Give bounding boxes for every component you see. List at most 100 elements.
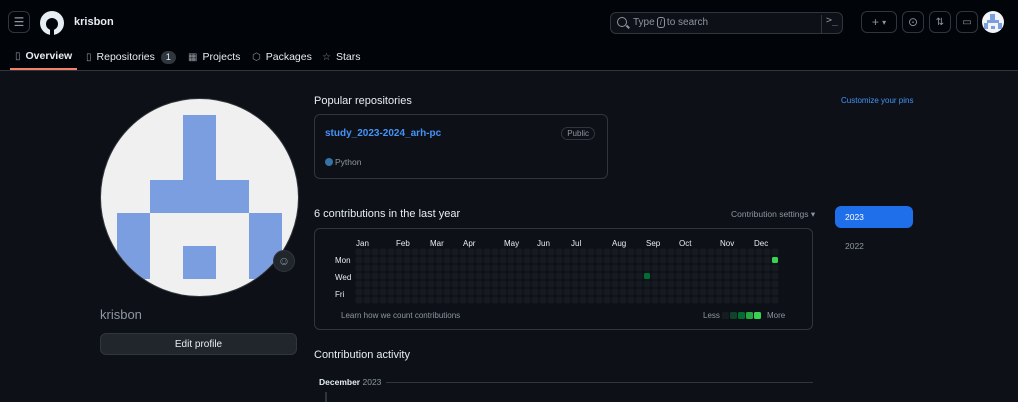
- contribution-day-cell[interactable]: [772, 249, 778, 255]
- contribution-day-cell[interactable]: [652, 273, 658, 279]
- contribution-day-cell[interactable]: [596, 257, 602, 263]
- contribution-day-cell[interactable]: [484, 249, 490, 255]
- contribution-day-cell[interactable]: [468, 249, 474, 255]
- contribution-day-cell[interactable]: [404, 281, 410, 287]
- contribution-day-cell[interactable]: [524, 249, 530, 255]
- contribution-day-cell[interactable]: [532, 257, 538, 263]
- contribution-day-cell[interactable]: [356, 281, 362, 287]
- tab-repositories[interactable]: ▯ Repositories 1: [86, 44, 176, 70]
- contribution-day-cell[interactable]: [588, 273, 594, 279]
- contribution-day-cell[interactable]: [748, 297, 754, 303]
- contribution-day-cell[interactable]: [684, 289, 690, 295]
- contribution-day-cell[interactable]: [500, 265, 506, 271]
- contribution-day-cell[interactable]: [772, 289, 778, 295]
- contribution-day-cell[interactable]: [564, 273, 570, 279]
- contribution-day-cell[interactable]: [668, 273, 674, 279]
- contribution-day-cell[interactable]: [492, 297, 498, 303]
- contribution-day-cell[interactable]: [756, 265, 762, 271]
- contribution-day-cell[interactable]: [636, 249, 642, 255]
- contribution-day-cell[interactable]: [644, 265, 650, 271]
- contribution-day-cell[interactable]: [516, 289, 522, 295]
- contribution-day-cell[interactable]: [556, 297, 562, 303]
- contribution-day-cell[interactable]: [732, 249, 738, 255]
- contribution-day-cell[interactable]: [484, 273, 490, 279]
- contribution-day-cell[interactable]: [428, 249, 434, 255]
- contribution-day-cell[interactable]: [468, 265, 474, 271]
- contribution-day-cell[interactable]: [756, 289, 762, 295]
- contribution-day-cell[interactable]: [692, 297, 698, 303]
- contribution-day-cell[interactable]: [644, 289, 650, 295]
- contribution-day-cell[interactable]: [692, 257, 698, 263]
- contribution-day-cell[interactable]: [628, 273, 634, 279]
- contribution-day-cell[interactable]: [652, 281, 658, 287]
- contribution-day-cell[interactable]: [732, 281, 738, 287]
- contribution-day-cell[interactable]: [524, 297, 530, 303]
- contribution-day-cell[interactable]: [740, 249, 746, 255]
- contribution-day-cell[interactable]: [764, 297, 770, 303]
- contribution-day-cell[interactable]: [532, 289, 538, 295]
- contribution-day-cell[interactable]: [364, 249, 370, 255]
- contribution-day-cell[interactable]: [540, 297, 546, 303]
- contribution-day-cell[interactable]: [572, 265, 578, 271]
- contribution-day-cell[interactable]: [572, 249, 578, 255]
- contribution-day-cell[interactable]: [356, 249, 362, 255]
- contribution-day-cell[interactable]: [748, 257, 754, 263]
- contribution-day-cell[interactable]: [716, 257, 722, 263]
- contribution-day-cell[interactable]: [396, 249, 402, 255]
- contribution-day-cell[interactable]: [596, 297, 602, 303]
- contribution-day-cell[interactable]: [444, 265, 450, 271]
- contribution-day-cell[interactable]: [412, 297, 418, 303]
- contribution-day-cell[interactable]: [372, 297, 378, 303]
- contribution-day-cell[interactable]: [476, 273, 482, 279]
- contribution-day-cell[interactable]: [460, 273, 466, 279]
- year-2023-button[interactable]: 2023: [835, 206, 913, 228]
- contribution-day-cell[interactable]: [708, 281, 714, 287]
- contribution-day-cell[interactable]: [444, 273, 450, 279]
- contribution-day-cell[interactable]: [700, 257, 706, 263]
- contribution-day-cell[interactable]: [516, 249, 522, 255]
- contribution-day-cell[interactable]: [676, 273, 682, 279]
- contribution-day-cell[interactable]: [380, 289, 386, 295]
- contribution-day-cell[interactable]: [412, 273, 418, 279]
- contribution-day-cell[interactable]: [364, 257, 370, 263]
- contribution-day-cell[interactable]: [740, 281, 746, 287]
- contribution-day-cell[interactable]: [484, 257, 490, 263]
- contribution-day-cell[interactable]: [404, 289, 410, 295]
- contribution-day-cell[interactable]: [508, 297, 514, 303]
- contribution-day-cell[interactable]: [732, 297, 738, 303]
- contribution-day-cell[interactable]: [484, 297, 490, 303]
- contribution-day-cell[interactable]: [572, 273, 578, 279]
- contribution-day-cell[interactable]: [628, 265, 634, 271]
- contribution-day-cell[interactable]: [660, 289, 666, 295]
- contribution-day-cell[interactable]: [708, 249, 714, 255]
- contribution-day-cell[interactable]: [580, 265, 586, 271]
- contribution-day-cell[interactable]: [356, 273, 362, 279]
- contribution-day-cell[interactable]: [708, 273, 714, 279]
- contribution-day-cell[interactable]: [516, 273, 522, 279]
- contribution-day-cell[interactable]: [724, 249, 730, 255]
- contribution-day-cell[interactable]: [420, 289, 426, 295]
- contribution-day-cell[interactable]: [372, 273, 378, 279]
- contribution-day-cell[interactable]: [548, 257, 554, 263]
- contribution-day-cell[interactable]: [772, 297, 778, 303]
- contribution-day-cell[interactable]: [700, 297, 706, 303]
- contribution-day-cell[interactable]: [436, 281, 442, 287]
- contribution-day-cell[interactable]: [572, 297, 578, 303]
- contribution-day-cell[interactable]: [396, 297, 402, 303]
- contribution-day-cell[interactable]: [476, 297, 482, 303]
- contribution-day-cell[interactable]: [564, 297, 570, 303]
- contribution-day-cell[interactable]: [540, 273, 546, 279]
- contribution-day-cell[interactable]: [692, 265, 698, 271]
- contribution-day-cell[interactable]: [492, 249, 498, 255]
- contribution-day-cell[interactable]: [716, 297, 722, 303]
- contribution-day-cell[interactable]: [564, 289, 570, 295]
- contribution-day-cell[interactable]: [396, 273, 402, 279]
- contribution-day-cell[interactable]: [668, 265, 674, 271]
- contribution-day-cell[interactable]: [660, 297, 666, 303]
- contribution-day-cell[interactable]: [428, 297, 434, 303]
- contribution-day-cell[interactable]: [732, 273, 738, 279]
- contribution-day-cell[interactable]: [460, 297, 466, 303]
- contribution-day-cell[interactable]: [588, 281, 594, 287]
- contribution-day-cell[interactable]: [580, 257, 586, 263]
- contribution-day-cell[interactable]: [404, 265, 410, 271]
